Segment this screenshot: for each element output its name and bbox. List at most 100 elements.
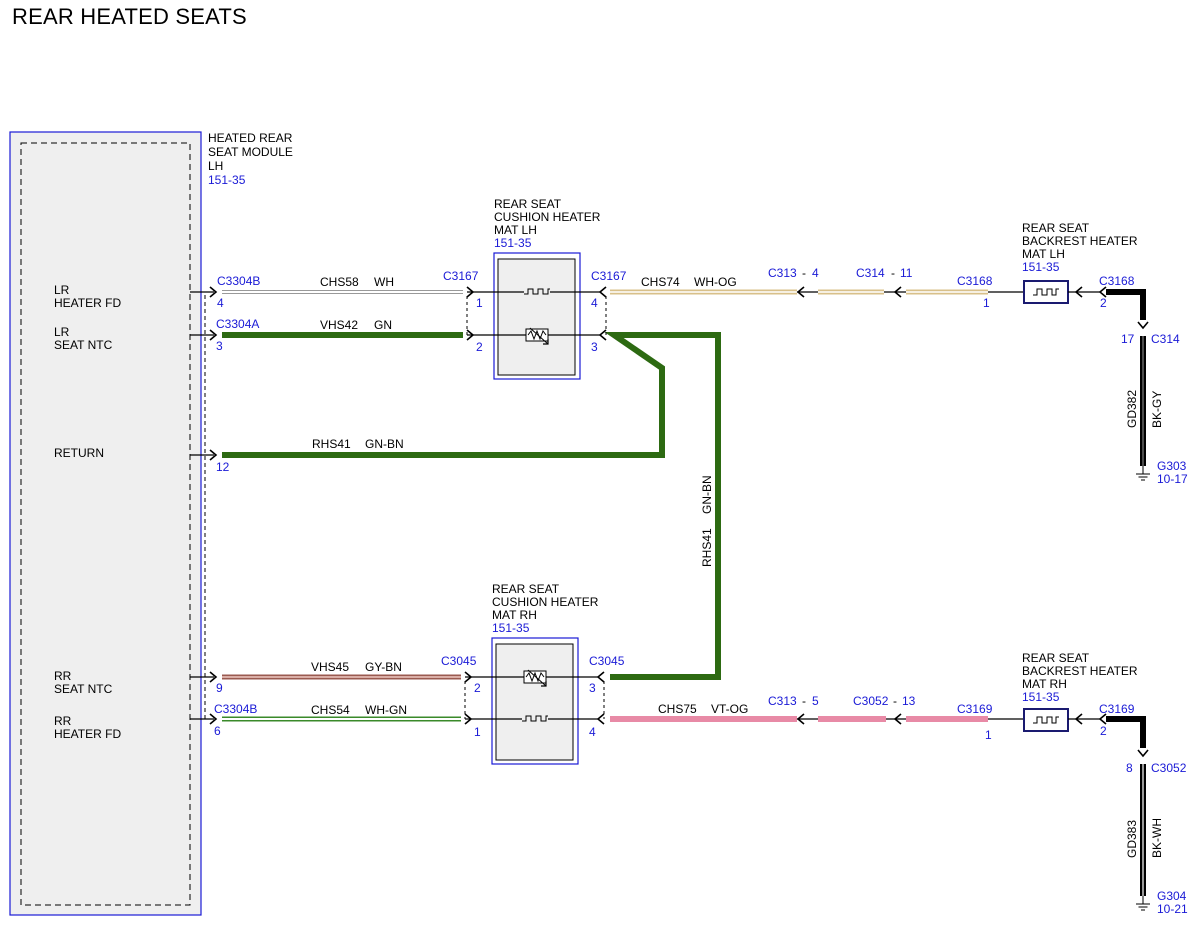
backrest-rh-name-3: MAT RH [1022, 677, 1067, 691]
connector-c313-5: C313 [768, 694, 797, 708]
dash-c313-5: - [802, 694, 806, 708]
pin-c3167-1: 1 [476, 296, 483, 310]
ground-g303-icon [1136, 466, 1150, 481]
cushion-rh-name-2: CUSHION HEATER [492, 595, 599, 609]
pin-6-module: 6 [214, 724, 221, 738]
label-gd383: GD383 [1125, 820, 1139, 858]
label-gd383-color: BK-WH [1150, 818, 1164, 858]
pin-c314-17: 17 [1121, 332, 1135, 346]
cushion-rh-name-3: MAT RH [492, 608, 537, 622]
cushion-lh-ref: 151-35 [494, 236, 532, 250]
connector-c3168-right: C3168 [1099, 274, 1135, 288]
cushion-lh-name-3: MAT LH [494, 223, 537, 237]
ground-g303-ref: 10-17 [1157, 472, 1188, 486]
heater-element-icon [524, 286, 550, 298]
pin-label-rr-1: RR [54, 669, 72, 683]
label-chs75-color: VT-OG [711, 702, 748, 716]
pin-label-lr-2: LR [54, 325, 70, 339]
connector-c3168-left: C3168 [957, 274, 993, 288]
label-rhs41-vertical-color: GN-BN [700, 475, 714, 514]
connector-c3169-right: C3169 [1099, 702, 1135, 716]
pin-c3168-2: 2 [1100, 296, 1107, 310]
backrest-rh-name-2: BACKREST HEATER [1022, 664, 1138, 678]
cushion-rh-ref: 151-35 [492, 621, 530, 635]
wiring-diagram: HEATED REAR SEAT MODULE LH 151-35 LR HEA… [9, 131, 1188, 916]
pin-c3167-4: 4 [591, 296, 598, 310]
pin-c3045-3: 3 [589, 681, 596, 695]
label-vhs45-color: GY-BN [365, 660, 402, 674]
ground-g303: G303 [1157, 459, 1187, 473]
label-gd382-color: BK-GY [1150, 391, 1164, 428]
pin-label-lr-1: LR [54, 283, 70, 297]
pin-c3045-4: 4 [589, 725, 596, 739]
label-chs54-color: WH-GN [365, 703, 407, 717]
label-chs58: CHS58 [320, 275, 359, 289]
label-rhs41-color: GN-BN [365, 437, 404, 451]
connector-c3304b-top: C3304B [217, 274, 260, 288]
label-rhs41-vertical: RHS41 [700, 528, 714, 567]
cushion-heater-mat-lh: REAR SEAT CUSHION HEATER MAT LH 151-35 [466, 197, 607, 380]
cushion-lh-name-1: REAR SEAT [494, 197, 562, 211]
pin-c3167-3: 3 [591, 340, 598, 354]
backrest-rh-ref: 151-35 [1022, 690, 1060, 704]
cushion-lh-name-2: CUSHION HEATER [494, 210, 601, 224]
module-name-2: SEAT MODULE [208, 145, 293, 159]
backrest-lh-name-3: MAT LH [1022, 247, 1065, 261]
label-vhs42-color: GN [374, 318, 392, 332]
pin-label-rr-2: RR [54, 714, 72, 728]
label-chs58-color: WH [374, 275, 394, 289]
label-vhs42: VHS42 [320, 318, 358, 332]
label-gd382: GD382 [1125, 390, 1139, 428]
module-ref: 151-35 [208, 173, 246, 187]
heated-rear-seat-module: HEATED REAR SEAT MODULE LH 151-35 LR HEA… [9, 131, 293, 916]
pin-label-lr-seat-ntc: SEAT NTC [54, 338, 113, 352]
pin-4-module: 4 [217, 296, 224, 310]
label-chs54: CHS54 [311, 703, 350, 717]
label-rhs41: RHS41 [312, 437, 351, 451]
connector-c313-4: C313 [768, 266, 797, 280]
cushion-rh-name-1: REAR SEAT [492, 582, 560, 596]
connector-c3052-8: C3052 [1151, 761, 1187, 775]
connector-c3304a: C3304A [216, 317, 259, 331]
dash-c3052-13: - [893, 694, 897, 708]
connector-c3052-13: C3052 [853, 694, 889, 708]
pin-12-module: 12 [216, 460, 230, 474]
wire-gd382 [1106, 289, 1146, 466]
label-chs75: CHS75 [658, 702, 697, 716]
heater-element-icon [522, 713, 548, 725]
pin-label-rr-seat-ntc: SEAT NTC [54, 682, 113, 696]
dash-c313-4: - [802, 266, 806, 280]
connector-c3167-left: C3167 [443, 269, 479, 283]
pin-3-module: 3 [216, 339, 223, 353]
pin-label-lr-heater-fd: HEATER FD [54, 296, 121, 310]
connector-c314-11: C314 [856, 266, 885, 280]
ground-g304: G304 [1157, 889, 1187, 903]
backrest-lh-name-1: REAR SEAT [1022, 221, 1090, 235]
wire-gd383 [1106, 716, 1146, 896]
connector-c3169-left: C3169 [957, 702, 993, 716]
connector-c3167-right: C3167 [591, 269, 627, 283]
connector-c314-17: C314 [1151, 332, 1180, 346]
pin-label-rr-heater-fd: HEATER FD [54, 727, 121, 741]
label-chs74-color: WH-OG [694, 275, 737, 289]
pin-c3045-2: 2 [474, 681, 481, 695]
pin-c3169-1: 1 [985, 728, 992, 742]
pin-c313-4: 4 [812, 266, 819, 280]
cushion-heater-mat-rh: REAR SEAT CUSHION HEATER MAT RH 151-35 [464, 582, 605, 765]
dash-c314-11: - [891, 266, 895, 280]
pin-c3045-1: 1 [474, 725, 481, 739]
backrest-lh-name-2: BACKREST HEATER [1022, 234, 1138, 248]
backrest-lh-ref: 151-35 [1022, 260, 1060, 274]
connector-c3045-right: C3045 [589, 654, 625, 668]
pin-c3169-2: 2 [1100, 724, 1107, 738]
pin-c313-5: 5 [812, 694, 819, 708]
backrest-rh-name-1: REAR SEAT [1022, 651, 1090, 665]
label-chs74: CHS74 [641, 275, 680, 289]
connector-c3304b-bottom: C3304B [214, 702, 257, 716]
pin-label-return: RETURN [54, 446, 104, 460]
module-name-3: LH [208, 159, 223, 173]
pin-c3167-2: 2 [476, 340, 483, 354]
connector-c3045-left: C3045 [441, 654, 477, 668]
ground-g304-icon [1136, 896, 1150, 911]
pin-c3168-1: 1 [983, 296, 990, 310]
